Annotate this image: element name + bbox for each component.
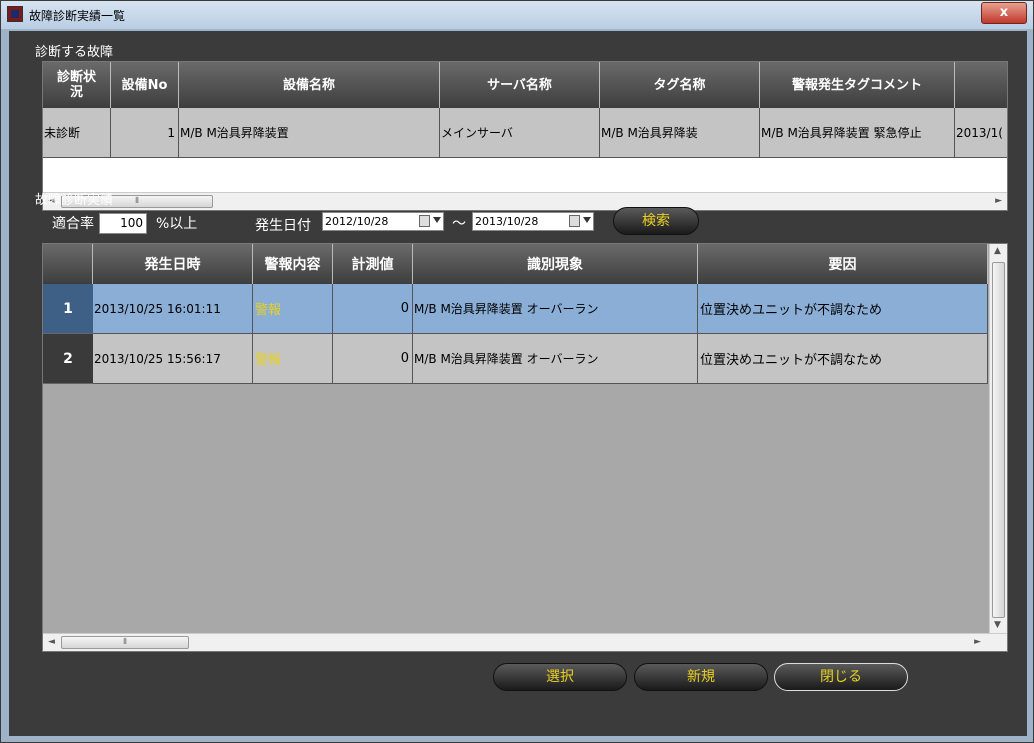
main-window: 故障診断実績一覧 x 診断する故障 診断状 況 設備No 設備名称 サーバ名称 …	[0, 0, 1034, 743]
match-rate-label: 適合率	[52, 216, 94, 232]
column-header-cause[interactable]: 要因	[698, 244, 988, 284]
cell-datetime[interactable]: 2013/10/25 16:01:11	[93, 284, 253, 334]
match-rate-suffix: %以上	[156, 216, 198, 232]
app-icon	[7, 6, 23, 22]
match-rate-input[interactable]: 100	[99, 213, 147, 234]
section-label-target-fault: 診断する故障	[35, 45, 114, 60]
row-number-cell[interactable]: 2	[43, 334, 93, 384]
scroll-right-arrow-icon[interactable]: ►	[995, 196, 1002, 206]
column-header-row-number[interactable]	[43, 244, 93, 284]
title-bar: 故障診断実績一覧 x	[1, 1, 1033, 29]
search-button[interactable]: 検索	[613, 207, 699, 235]
scroll-right-arrow-icon[interactable]: ►	[974, 637, 981, 647]
client-area: 診断する故障 診断状 況 設備No 設備名称 サーバ名称 タグ名称 警報発生タグ…	[9, 31, 1027, 736]
cell-status[interactable]: 未診断	[43, 108, 111, 158]
column-header-equipment-name[interactable]: 設備名称	[179, 62, 440, 108]
column-header-status-line2: 況	[69, 85, 83, 100]
new-button[interactable]: 新規	[634, 663, 768, 691]
column-header-alarm[interactable]: 警報内容	[253, 244, 333, 284]
column-header-datetime[interactable]: 発生日時	[93, 244, 253, 284]
cell-cause[interactable]: 位置決めユニットが不調なため	[698, 334, 988, 384]
results-horizontal-scrollbar[interactable]: ◄ ⦀ ►	[43, 633, 1007, 651]
cell-phenomenon[interactable]: M/B M治具昇降装置 オーバーラン	[413, 334, 698, 384]
date-from-value: 2012/10/28	[325, 215, 389, 228]
column-header-equipment-no[interactable]: 設備No	[111, 62, 179, 108]
results-scroll-thumb[interactable]	[992, 262, 1005, 618]
scroll-left-arrow-icon[interactable]: ◄	[48, 637, 55, 647]
chevron-down-icon[interactable]	[433, 217, 441, 223]
date-to-value: 2013/10/28	[475, 215, 539, 228]
cell-alarm-tag-comment[interactable]: M/B M治具昇降装置 緊急停止	[760, 108, 955, 158]
target-fault-grid: 診断状 況 設備No 設備名称 サーバ名称 タグ名称 警報発生タグコメント 未診…	[42, 61, 1008, 211]
cell-extra[interactable]: 2013/1(	[955, 108, 1007, 158]
select-button[interactable]: 選択	[493, 663, 627, 691]
window-close-button[interactable]: x	[981, 2, 1027, 24]
results-grid: 発生日時 警報内容 計測値 識別現象 要因 1 2013/10/25 16:01…	[42, 243, 1008, 652]
column-header-tag-name[interactable]: タグ名称	[600, 62, 760, 108]
column-header-status[interactable]: 診断状 況	[43, 62, 111, 108]
date-to-picker[interactable]: 2013/10/28	[472, 212, 594, 231]
scroll-down-arrow-icon[interactable]: ▼	[994, 620, 1001, 630]
cell-cause[interactable]: 位置決めユニットが不調なため	[698, 284, 988, 334]
cell-datetime[interactable]: 2013/10/25 15:56:17	[93, 334, 253, 384]
column-header-status-line1: 診断状	[56, 70, 96, 85]
date-range-separator: ～	[452, 216, 466, 232]
cell-alarm[interactable]: 警報	[253, 284, 333, 334]
section-label-results: 故障診断実績	[35, 193, 114, 208]
column-header-value[interactable]: 計測値	[333, 244, 413, 284]
calendar-icon[interactable]	[569, 215, 580, 227]
cell-equipment-name[interactable]: M/B M治具昇降装置	[179, 108, 440, 158]
cell-alarm[interactable]: 警報	[253, 334, 333, 384]
date-label: 発生日付	[255, 218, 311, 234]
scroll-up-arrow-icon[interactable]: ▲	[994, 246, 1001, 256]
column-header-alarm-tag-comment[interactable]: 警報発生タグコメント	[760, 62, 955, 108]
results-vertical-scrollbar[interactable]: ▲ ▼	[989, 244, 1007, 634]
cell-tag-name[interactable]: M/B M治具昇降装	[600, 108, 760, 158]
cell-server-name[interactable]: メインサーバ	[440, 108, 600, 158]
calendar-icon[interactable]	[419, 215, 430, 227]
column-header-server-name[interactable]: サーバ名称	[440, 62, 600, 108]
results-hscroll-thumb[interactable]: ⦀	[61, 636, 189, 649]
chevron-down-icon[interactable]	[583, 217, 591, 223]
cell-equipment-no[interactable]: 1	[111, 108, 179, 158]
cell-value[interactable]: 0	[333, 284, 413, 334]
cell-value[interactable]: 0	[333, 334, 413, 384]
row-number-cell[interactable]: 1	[43, 284, 93, 334]
cell-phenomenon[interactable]: M/B M治具昇降装置 オーバーラン	[413, 284, 698, 334]
date-from-picker[interactable]: 2012/10/28	[322, 212, 444, 231]
column-header-phenomenon[interactable]: 識別現象	[413, 244, 698, 284]
window-title: 故障診断実績一覧	[29, 9, 126, 23]
close-button[interactable]: 閉じる	[774, 663, 908, 691]
grid1-horizontal-scrollbar[interactable]: ◄ ⦀ ►	[43, 192, 1007, 210]
column-header-extra[interactable]	[955, 62, 1007, 108]
